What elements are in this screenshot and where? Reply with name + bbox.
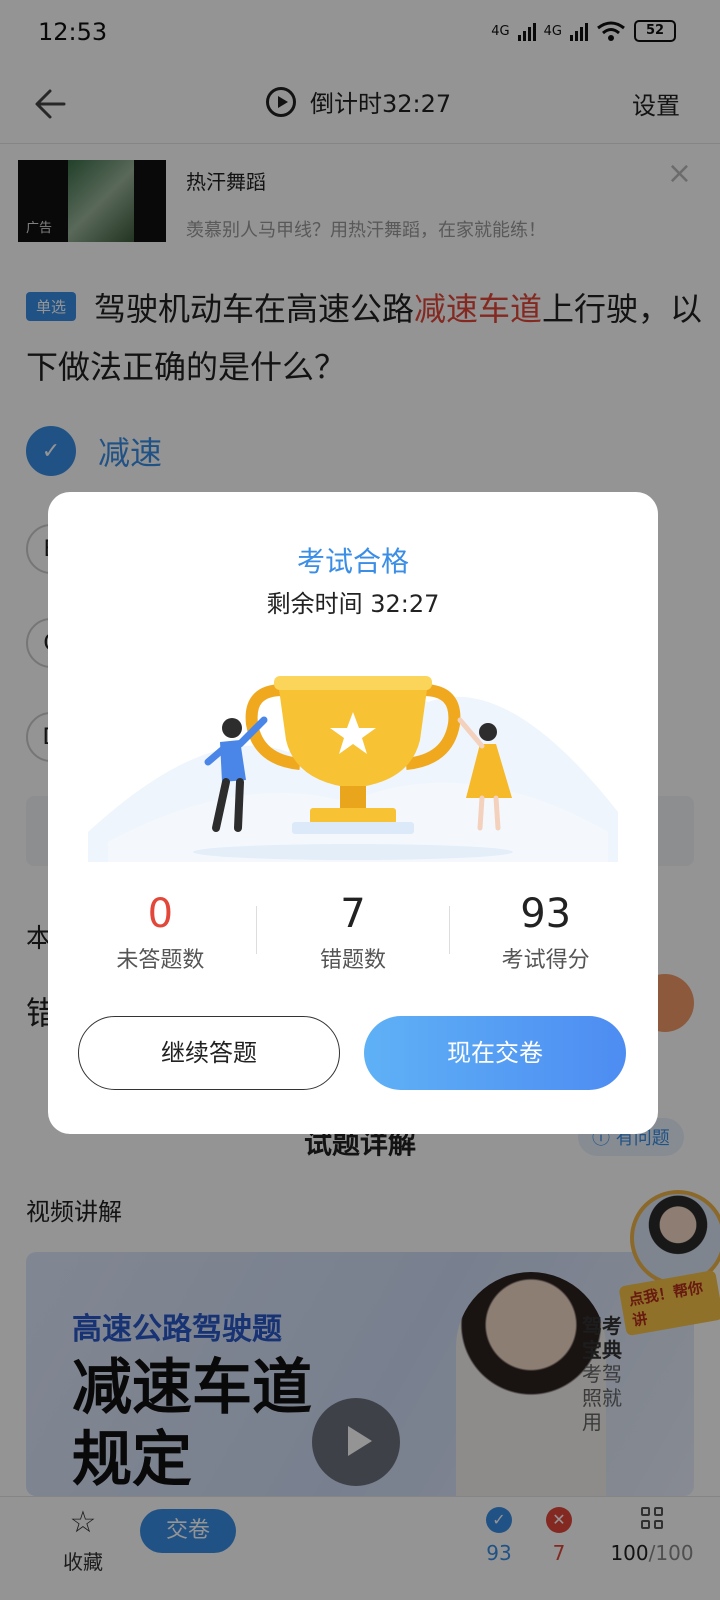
- unanswered-stat: 0 未答题数: [64, 890, 257, 980]
- score-stat: 93 考试得分: [449, 890, 642, 980]
- submit-now-button[interactable]: 现在交卷: [364, 1016, 626, 1090]
- stat-divider: [256, 906, 257, 954]
- unanswered-label: 未答题数: [116, 948, 205, 973]
- result-title: 考试合格: [296, 545, 409, 578]
- continue-answering-button[interactable]: 继续答题: [78, 1016, 340, 1090]
- wrong-label: 错题数: [320, 948, 387, 973]
- wrong-value: 7: [340, 891, 366, 937]
- remaining-time: 剩余时间 32:27: [266, 590, 440, 618]
- score-label: 考试得分: [501, 948, 590, 973]
- result-stats: 0 未答题数 7 错题数 93 考试得分: [64, 890, 642, 980]
- stat-divider: [449, 906, 450, 954]
- trophy-illustration: [88, 676, 618, 862]
- result-modal: 考试合格 剩余时间 32:27 0 未答题数 7 错题数 93 考试得分 继续答…: [48, 492, 658, 1134]
- unanswered-value: 0: [147, 891, 174, 937]
- score-value: 93: [520, 891, 572, 937]
- wrong-stat: 7 错题数: [257, 890, 450, 980]
